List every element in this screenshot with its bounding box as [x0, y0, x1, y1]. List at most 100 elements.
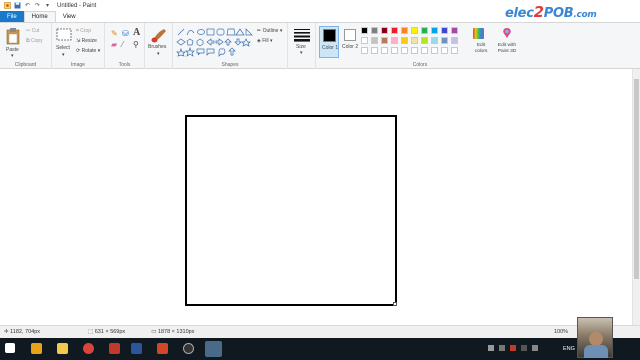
edit-paint3d-button[interactable]: Edit with Paint 3D [492, 26, 522, 60]
tray-icon-a[interactable] [488, 345, 494, 351]
palette-custom-slot[interactable] [441, 47, 448, 54]
palette-swatch[interactable] [391, 37, 398, 44]
eraser-icon[interactable]: ▰ [111, 40, 117, 49]
file-explorer-icon[interactable] [57, 343, 68, 354]
palette-swatch[interactable] [401, 27, 408, 34]
tray-icon-e[interactable] [532, 345, 538, 351]
palette-swatch[interactable] [361, 37, 368, 44]
palette-swatch[interactable] [391, 27, 398, 34]
palette-custom-slot[interactable] [381, 47, 388, 54]
palette-custom-slot[interactable] [391, 47, 398, 54]
crop-button[interactable]: ⌗ Crop [76, 28, 91, 34]
canvas-resize-handle[interactable] [393, 302, 397, 306]
windows-start-icon[interactable] [5, 343, 15, 353]
brushes-dropdown-icon: ▾ [157, 51, 160, 57]
tab-home[interactable]: Home [23, 11, 56, 22]
save-icon[interactable] [14, 2, 21, 9]
palette-custom-slot[interactable] [361, 47, 368, 54]
copy-button[interactable]: ⧉ Copy [26, 38, 43, 44]
app-icon-1[interactable] [31, 343, 42, 354]
palette-swatch[interactable] [361, 27, 368, 34]
palette-swatch[interactable] [421, 37, 428, 44]
palette-custom-slot[interactable] [451, 47, 458, 54]
palette-swatch[interactable] [401, 37, 408, 44]
palette-swatch[interactable] [371, 27, 378, 34]
paint-app-icon [4, 2, 11, 9]
tools-group-label: Tools [118, 62, 131, 68]
taskbar: ENG [0, 338, 640, 360]
palette-swatch[interactable] [441, 27, 448, 34]
color-picker-icon[interactable]: ⁄ [122, 40, 123, 49]
palette-swatch[interactable] [441, 37, 448, 44]
palette-swatch[interactable] [371, 37, 378, 44]
powerpoint-icon[interactable] [157, 343, 168, 354]
text-tool-icon[interactable]: A [133, 27, 140, 38]
color2-button[interactable]: Color 2 [340, 26, 360, 58]
palette-swatch[interactable] [381, 27, 388, 34]
language-indicator[interactable]: ENG [563, 346, 575, 352]
pencil-icon[interactable]: ✎ [111, 29, 118, 38]
tab-view[interactable]: View [56, 11, 83, 22]
word-icon[interactable] [131, 343, 142, 354]
color1-button[interactable]: Color 1 [319, 26, 339, 58]
tab-file[interactable]: File [0, 11, 24, 22]
shapes-group: ✏ Outline ▾ ◈ Fill ▾ Shapes [173, 23, 288, 69]
palette-custom-slot[interactable] [421, 47, 428, 54]
scrollbar-thumb[interactable] [634, 79, 639, 279]
size-button[interactable]: Size ▾ [292, 26, 312, 58]
rainbow-palette-icon [473, 28, 484, 39]
rotate-button[interactable]: ⟳ Rotate ▾ [76, 48, 100, 54]
scissors-icon: ✂ [26, 28, 31, 34]
palette-custom-slot[interactable] [431, 47, 438, 54]
tray-icon-c[interactable] [510, 345, 516, 351]
palette-swatch[interactable] [431, 27, 438, 34]
image-size-value: 1878 × 1310px [157, 329, 195, 335]
palette-swatch[interactable] [381, 37, 388, 44]
cut-button[interactable]: ✂ Cut [26, 28, 39, 34]
copy-icon: ⧉ [26, 38, 30, 44]
presenter-figure [589, 332, 603, 346]
palette-custom-slot[interactable] [401, 47, 408, 54]
watermark-logo: elec2POB.com [505, 3, 597, 21]
brushes-group: Brushes ▾ [145, 23, 173, 69]
palette-swatch[interactable] [411, 27, 418, 34]
cursor-position: ✛ 1182, 704px [4, 329, 40, 335]
resize-button[interactable]: ⇲ Resize [76, 38, 97, 44]
clipboard-group: Paste ▾ ✂ Cut ⧉ Copy Clipboard [0, 23, 52, 69]
shapes-gallery[interactable] [176, 27, 254, 57]
tray-icon-d[interactable] [521, 345, 527, 351]
vertical-scrollbar[interactable] [632, 69, 640, 325]
palette-swatch[interactable] [431, 37, 438, 44]
palette-custom-slot[interactable] [371, 47, 378, 54]
tray-icon-b[interactable] [499, 345, 505, 351]
edit-paint3d-label: Edit with Paint 3D [497, 43, 517, 54]
fill-bucket-icon[interactable]: ⛁ [122, 29, 129, 38]
palette-swatch[interactable] [451, 37, 458, 44]
palette-swatch[interactable] [411, 37, 418, 44]
palette-swatch[interactable] [451, 27, 458, 34]
paste-button[interactable]: Paste ▾ [3, 25, 23, 59]
fill-icon: ◈ [257, 38, 261, 44]
line-size-icon [294, 29, 310, 42]
quick-access-dropdown-icon[interactable]: ▾ [44, 2, 51, 9]
shapes-group-label: Shapes [221, 62, 239, 68]
undo-icon[interactable]: ↶ [24, 2, 31, 9]
paint-taskbar-icon[interactable] [205, 341, 222, 357]
color-palette [361, 27, 473, 57]
edit-colors-button[interactable]: Edit colors [469, 26, 489, 60]
brushes-button[interactable]: Brushes ▾ [148, 26, 171, 58]
status-bar: ✛ 1182, 704px ⬚ 631 × 569px ▭ 1878 × 131… [0, 325, 640, 338]
select-button[interactable]: Select ▾ [54, 25, 74, 59]
color1-label: Color 1 [322, 45, 339, 51]
rotate-label: Rotate [81, 48, 97, 54]
chrome-icon[interactable] [83, 343, 94, 354]
outline-button[interactable]: ✏ Outline ▾ [257, 28, 282, 34]
redo-icon[interactable]: ↷ [34, 2, 41, 9]
palette-swatch[interactable] [421, 27, 428, 34]
palette-custom-slot[interactable] [411, 47, 418, 54]
magnifier-icon[interactable]: ⚲ [133, 40, 139, 49]
fill-button[interactable]: ◈ Fill ▾ [257, 38, 273, 44]
app-icon-2[interactable] [109, 343, 120, 354]
brush-icon [151, 29, 166, 43]
clock-app-icon[interactable] [183, 343, 194, 354]
